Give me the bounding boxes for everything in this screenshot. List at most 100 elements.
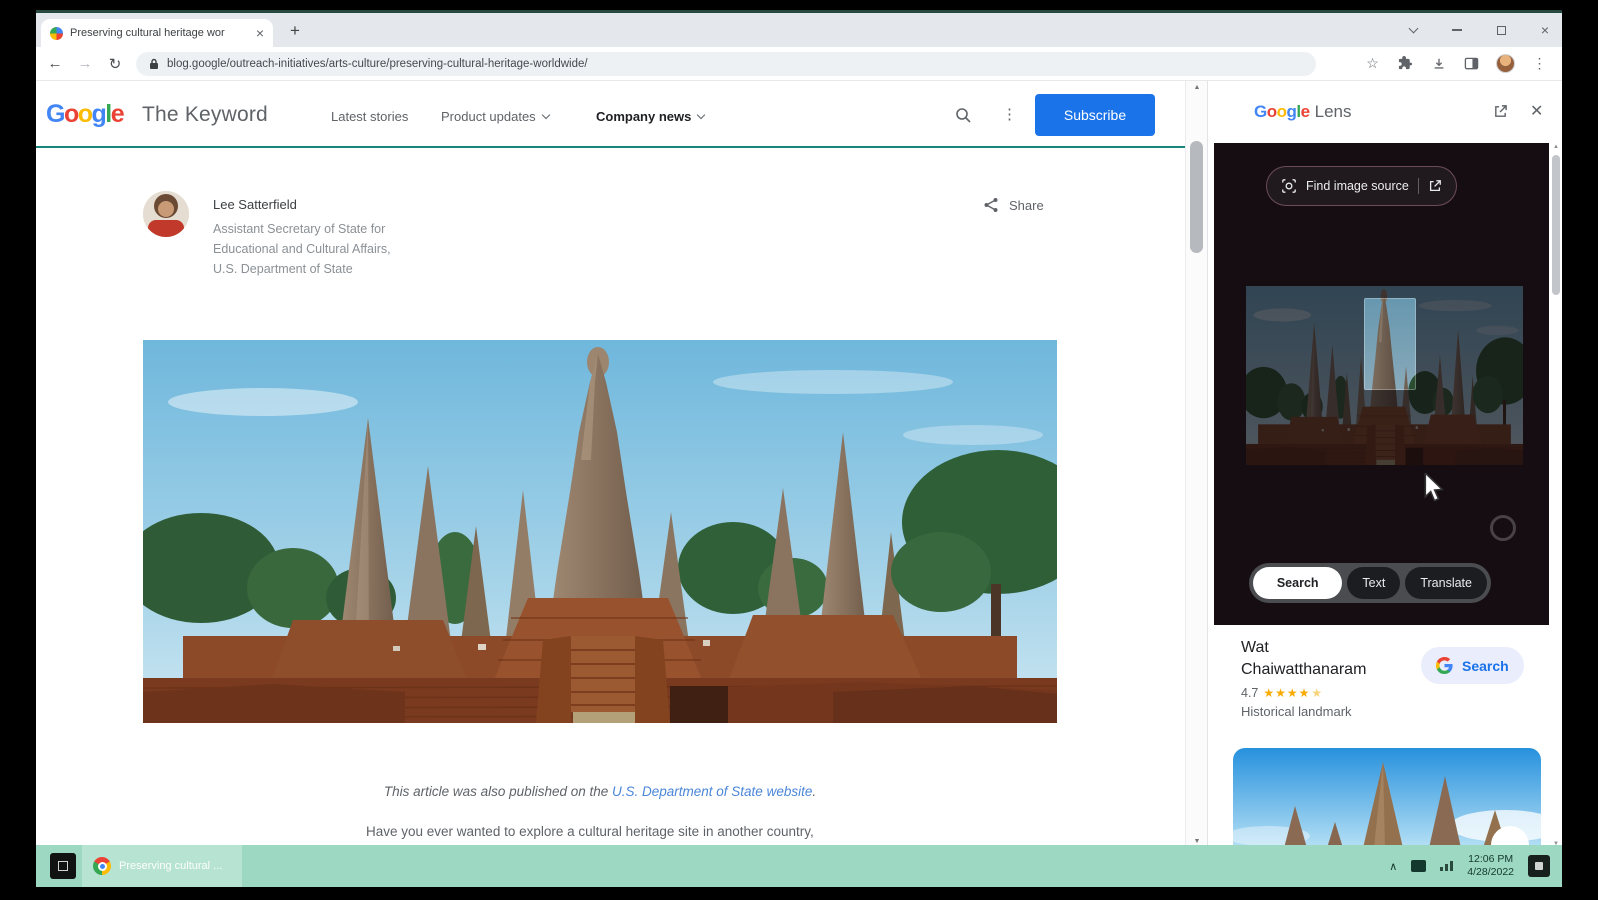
site-title[interactable]: The Keyword [142, 103, 268, 127]
system-tray: ∧ 12:06 PM 4/28/2022 [1389, 845, 1550, 887]
lens-panel-scrollbar[interactable]: ▲ ▼ [1549, 143, 1563, 848]
editor-note: This article was also published on the U… [143, 784, 1057, 799]
close-panel-icon[interactable]: ✕ [1530, 101, 1543, 121]
google-search-label: Search [1462, 658, 1509, 674]
google-search-button[interactable]: Search [1421, 647, 1524, 684]
nav-latest-stories[interactable]: Latest stories [331, 109, 408, 124]
google-logo[interactable]: Google [46, 100, 123, 129]
profile-avatar[interactable] [1496, 54, 1515, 73]
share-icon [983, 197, 999, 213]
browser-menu-dots-icon[interactable]: ⋮ [1531, 55, 1548, 72]
minimize-button[interactable] [1450, 23, 1464, 37]
chevron-down-icon [541, 111, 549, 119]
author-avatar [143, 191, 189, 237]
lens-mode-chips: Search Text Translate [1249, 563, 1491, 603]
lens-result: Wat Chaiwatthanaram 4.7 ★★★★ ★ Historica… [1241, 637, 1381, 719]
find-image-source-button[interactable]: Find image source [1266, 166, 1457, 206]
scroll-up-icon[interactable]: ▲ [1549, 144, 1563, 150]
tab-title: Preserving cultural heritage wor [70, 27, 249, 39]
partial-star-icon: ★ [1311, 686, 1322, 700]
find-image-source-label: Find image source [1306, 179, 1409, 193]
downloads-icon[interactable] [1430, 55, 1447, 72]
lens-selected-image[interactable] [1246, 286, 1523, 465]
chip-search[interactable]: Search [1253, 567, 1342, 599]
tab-favicon-icon [50, 27, 63, 40]
address-bar[interactable]: blog.google/outreach-initiatives/arts-cu… [136, 52, 1316, 76]
lens-camera-icon [1281, 178, 1297, 194]
close-window-button[interactable]: × [1538, 23, 1552, 37]
maximize-button[interactable] [1494, 23, 1508, 37]
content-area: Google The Keyword Latest stories Produc… [36, 81, 1562, 848]
keyword-page: Google The Keyword Latest stories Produc… [36, 81, 1185, 848]
side-panel-icon[interactable] [1463, 55, 1480, 72]
url-text: blog.google/outreach-initiatives/arts-cu… [167, 58, 588, 70]
taskbar-clock[interactable]: 12:06 PM 4/28/2022 [1467, 853, 1514, 879]
lens-panel-header: GoogleLens ✕ [1208, 81, 1562, 143]
star-icons: ★★★★ [1263, 686, 1310, 700]
reload-button[interactable]: ↻ [106, 55, 124, 73]
notification-glyph [1535, 862, 1543, 870]
author-name: Lee Satterfield [213, 197, 297, 212]
result-name[interactable]: Wat Chaiwatthanaram [1241, 637, 1381, 681]
bookmark-star-icon[interactable]: ☆ [1364, 55, 1381, 72]
tray-app-icon[interactable] [1411, 860, 1426, 872]
forward-button[interactable]: → [76, 55, 94, 72]
taskbar-chrome-app[interactable]: Preserving cultural ... [82, 845, 242, 887]
taskbar-app-label: Preserving cultural ... [119, 860, 222, 872]
article-paragraph: Have you ever wanted to explore a cultur… [366, 824, 966, 839]
taskbar-start-icon[interactable] [50, 853, 76, 879]
extensions-puzzle-icon[interactable] [1397, 55, 1414, 72]
result-category: Historical landmark [1241, 704, 1381, 719]
browser-tab[interactable]: Preserving cultural heritage wor × [41, 19, 273, 47]
chevron-down-icon [697, 111, 705, 119]
mouse-cursor [1421, 473, 1447, 508]
state-website-link[interactable]: U.S. Department of State website [612, 784, 812, 799]
scroll-up-icon[interactable]: ▲ [1186, 84, 1208, 91]
lens-side-panel: GoogleLens ✕ Find image source [1207, 81, 1562, 848]
hero-image-wat-chaiwatthanaram [143, 340, 1057, 723]
scrollbar-thumb[interactable] [1190, 141, 1203, 253]
browser-toolbar: ← → ↻ blog.google/outreach-initiatives/a… [36, 47, 1562, 81]
notification-center-icon[interactable] [1528, 855, 1550, 877]
open-in-new-icon[interactable] [1493, 104, 1508, 124]
clock-date: 4/28/2022 [1467, 866, 1514, 879]
new-tab-button[interactable]: + [284, 20, 306, 42]
keyword-header: Google The Keyword Latest stories Produc… [36, 81, 1185, 148]
pill-divider [1418, 178, 1419, 194]
lock-icon [149, 58, 159, 70]
back-button[interactable]: ← [46, 55, 64, 72]
clock-time: 12:06 PM [1467, 853, 1514, 866]
browser-window: Preserving cultural heritage wor × + × ←… [36, 10, 1562, 845]
start-glyph-icon [58, 861, 68, 871]
scroll-down-icon[interactable]: ▼ [1186, 838, 1208, 845]
search-icon[interactable] [955, 107, 971, 128]
nav-product-updates[interactable]: Product updates [441, 109, 549, 124]
lens-ring-icon [1490, 515, 1516, 541]
header-menu-dots-icon[interactable]: ⋮ [1002, 105, 1017, 123]
open-in-new-icon[interactable] [1428, 179, 1442, 193]
subscribe-button[interactable]: Subscribe [1035, 94, 1155, 136]
tray-chevron-up-icon[interactable]: ∧ [1389, 860, 1397, 873]
chip-text[interactable]: Text [1347, 567, 1400, 599]
window-controls: × [1406, 13, 1552, 47]
tab-close-icon[interactable]: × [256, 26, 264, 40]
author-role: Assistant Secretary of State for Educati… [213, 219, 399, 279]
lens-selection-region[interactable] [1364, 298, 1416, 390]
nav-company-news[interactable]: Company news [596, 109, 704, 124]
share-button[interactable]: Share [983, 197, 1044, 213]
network-signal-icon[interactable] [1440, 861, 1453, 871]
chip-translate[interactable]: Translate [1405, 567, 1487, 599]
lens-image-region: Find image source Search Text Translate [1214, 143, 1549, 625]
lens-logo: GoogleLens [1254, 102, 1351, 122]
taskbar: Preserving cultural ... ∧ 12:06 PM 4/28/… [36, 845, 1562, 887]
related-image-thumbnail[interactable] [1233, 748, 1541, 848]
toolbar-actions: ☆ ⋮ [1364, 54, 1552, 73]
rating-value: 4.7 [1241, 686, 1258, 700]
google-g-icon [1436, 657, 1453, 674]
panel-scrollbar-thumb[interactable] [1552, 155, 1560, 295]
tab-strip: Preserving cultural heritage wor × + × [36, 13, 1562, 47]
chrome-icon [93, 857, 111, 875]
page-scrollbar[interactable]: ▲ ▼ [1185, 81, 1207, 848]
result-rating: 4.7 ★★★★ ★ [1241, 686, 1381, 700]
window-menu-chevron-icon[interactable] [1406, 23, 1420, 37]
